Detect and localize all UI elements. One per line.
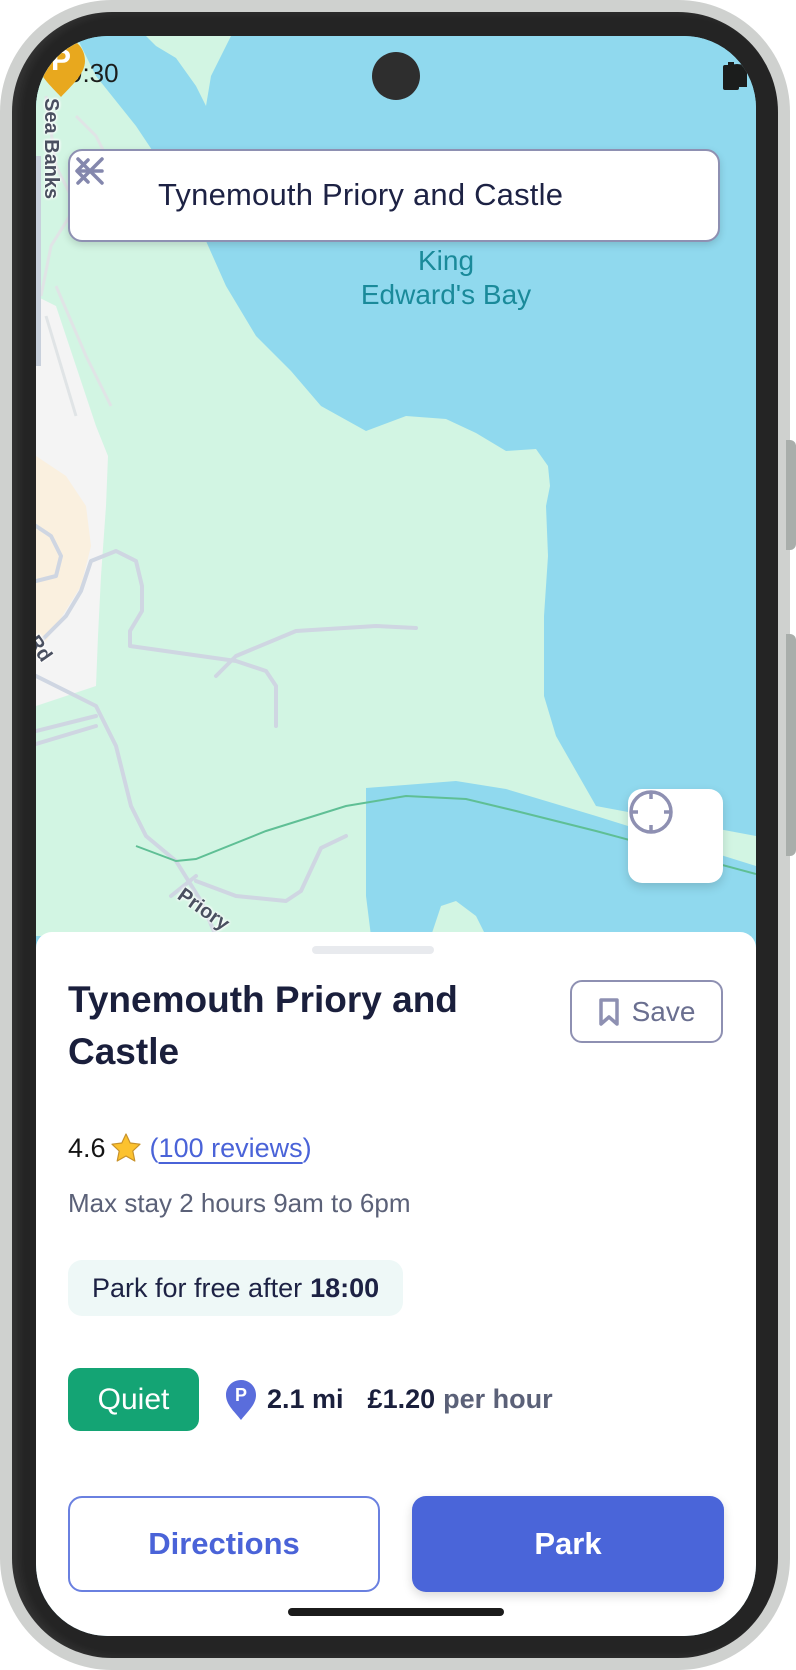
parking-location-icon: P [226,1379,256,1420]
drag-handle[interactable] [312,946,434,954]
map[interactable]: 9:30 Sea Banks Pier Rd Priory King Edwar… [36,36,756,936]
free-parking-time: 18:00 [310,1272,380,1303]
pin-letter: P [51,44,71,77]
home-indicator[interactable] [288,1608,504,1616]
volume-button [786,440,796,550]
water-label-line1: King [417,245,475,276]
busyness-badge: Quiet [68,1368,199,1431]
rating-row: 4.6 (100 reviews) [68,1132,312,1164]
reviews-count[interactable]: 100 reviews [159,1133,303,1163]
save-label: Save [631,995,696,1027]
road-label-sea-banks: Sea Banks [40,98,62,200]
rating-value: 4.6 [68,1132,106,1163]
place-details-sheet: Tynemouth Priory and Castle Save 4.6 (10… [36,932,756,1636]
place-title: Tynemouth Priory and Castle [68,979,458,1072]
price-unit: per hour [443,1384,553,1414]
parking-location-letter: P [235,1385,247,1405]
power-button [786,634,796,856]
save-button[interactable]: Save [570,980,723,1043]
search-bar[interactable]: Tynemouth Priory and Castle [68,149,720,242]
reviews-link[interactable]: (100 reviews) [150,1133,312,1164]
max-stay-info: Max stay 2 hours 9am to 6pm [68,1188,411,1218]
front-camera [372,52,420,100]
bookmark-icon [598,997,619,1026]
close-icon[interactable] [70,151,110,191]
star-icon [110,1133,141,1162]
free-parking-prefix: Park for free after [92,1272,303,1303]
free-parking-chip: Park for free after 18:00 [68,1260,404,1316]
parking-pin-icon[interactable]: P [36,36,86,98]
directions-button[interactable]: Directions [68,1496,380,1592]
crosshair-icon [629,790,673,834]
parking-meta-row: Quiet P 2.1 mi £1.20 per hour [68,1368,553,1431]
search-input[interactable]: Tynemouth Priory and Castle [158,177,563,213]
locate-me-button[interactable] [628,789,723,883]
water-label-line2: Edward's Bay [360,279,532,310]
battery-icon [723,62,739,90]
park-button[interactable]: Park [412,1496,724,1592]
price: £1.20 [367,1384,436,1414]
screen: 9:30 Sea Banks Pier Rd Priory King Edwar… [36,36,756,1636]
water-label: King Edward's Bay [336,244,556,312]
distance: 2.1 mi [267,1384,344,1414]
